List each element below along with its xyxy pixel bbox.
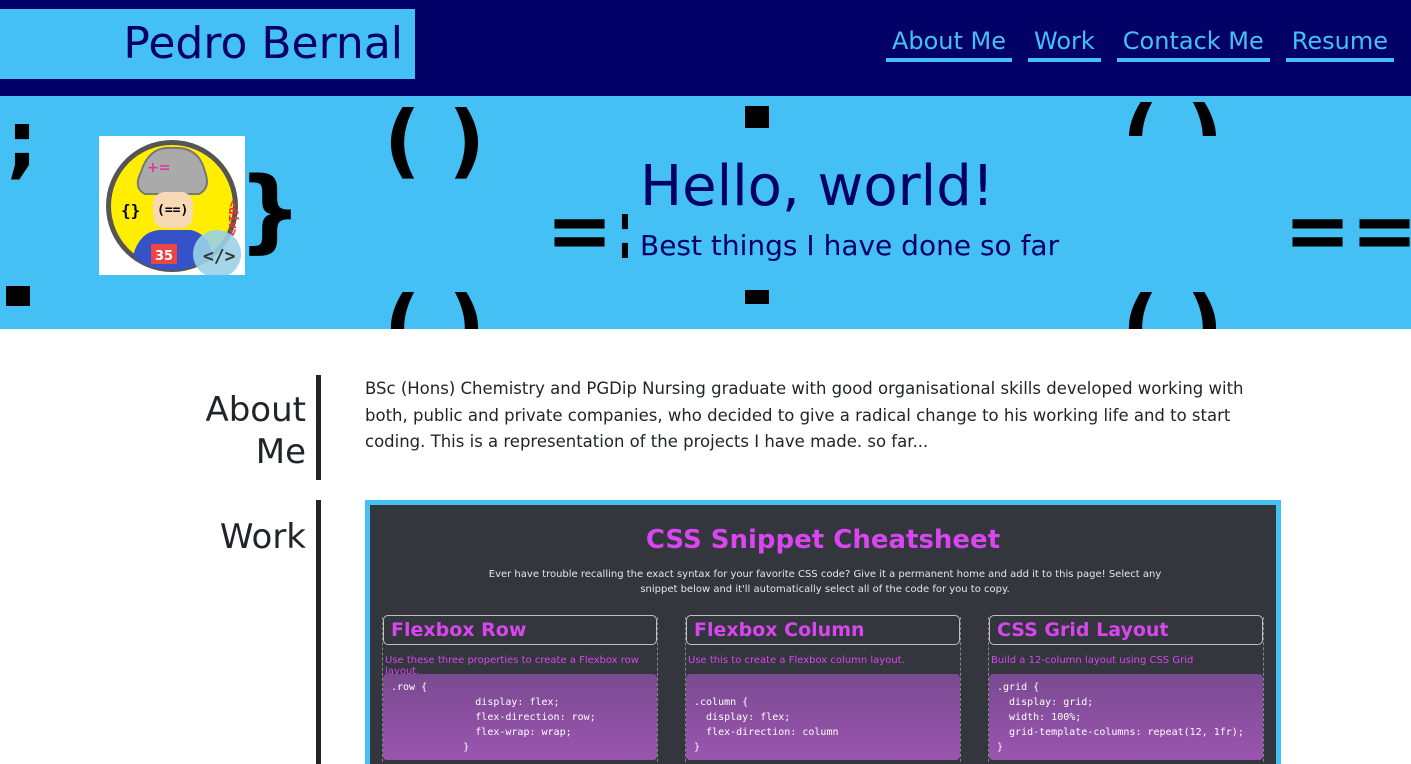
about-label-line1: About	[205, 390, 306, 430]
snippet-code[interactable]: .row { display: flex; flex-direction: ro…	[383, 674, 657, 760]
work-divider	[316, 500, 321, 764]
about-label-line2: Me	[255, 432, 306, 472]
decor-paren-bottom-left: ( )	[384, 279, 485, 330]
avatar: += (==) {} <div> 35 </>	[99, 136, 245, 275]
decor-bar-mid	[745, 106, 769, 128]
project-card-css-cheatsheet[interactable]: CSS Snippet Cheatsheet Ever have trouble…	[365, 500, 1281, 764]
snippet-code[interactable]: .grid { display: grid; width: 100%; grid…	[989, 674, 1263, 760]
svg-text:(==): (==)	[157, 203, 188, 218]
snippet-card-flexbox-row[interactable]: Flexbox Row Use these three properties t…	[382, 615, 658, 764]
svg-text:</>: </>	[203, 246, 236, 267]
svg-text:+=: +=	[147, 160, 170, 176]
brand-name[interactable]: Pedro Bernal	[0, 9, 415, 79]
snippet-desc: Use this to create a Flexbox column layo…	[688, 655, 905, 666]
snippet-title: Flexbox Row	[383, 615, 657, 645]
decor-brace: }	[238, 158, 303, 263]
nav-resume[interactable]: Resume	[1285, 24, 1394, 62]
snippet-card-css-grid[interactable]: CSS Grid Layout Build a 12-column layout…	[988, 615, 1264, 764]
hero-text-box: Hello, world! Best things I have done so…	[628, 136, 1256, 286]
about-text: BSc (Hons) Chemistry and PGDip Nursing g…	[365, 379, 1244, 451]
hero-subtitle: Best things I have done so far	[640, 229, 1060, 262]
decor-paren-bottom-right: ( )	[1122, 279, 1223, 330]
project-description: Ever have trouble recalling the exact sy…	[488, 569, 1162, 595]
snippet-title: CSS Grid Layout	[989, 615, 1263, 645]
nav-contact-me[interactable]: Contack Me	[1116, 24, 1270, 62]
decor-parens: ( )	[384, 96, 485, 187]
hero-banner: ; } ( ) =: == ( ) ( ) ( ) Hello, world! …	[0, 96, 1411, 329]
svg-text:35: 35	[155, 249, 173, 264]
decor-bar-bottom-mid	[745, 290, 769, 304]
snippet-code[interactable]: .column { display: flex; flex-direction:…	[686, 674, 960, 760]
snippet-title: Flexbox Column	[686, 615, 960, 645]
svg-text:{}: {}	[121, 201, 140, 220]
project-title: CSS Snippet Cheatsheet	[645, 525, 1001, 555]
decor-bar-bottom-left	[6, 286, 30, 306]
snippet-desc: Build a 12-column layout using CSS Grid	[991, 655, 1194, 666]
decor-semicolon: ;	[6, 96, 38, 187]
nav-about-me[interactable]: About Me	[885, 24, 1013, 62]
about-divider	[316, 375, 321, 480]
work-label: Work	[219, 517, 306, 557]
hero-title: Hello, world!	[640, 154, 995, 219]
about-label: About Me	[205, 389, 306, 473]
main-nav: About Me Work Contack Me Resume	[885, 24, 1394, 62]
top-navbar: Pedro Bernal About Me Work Contack Me Re…	[0, 0, 1411, 96]
snippet-card-flexbox-column[interactable]: Flexbox Column Use this to create a Flex…	[685, 615, 961, 764]
decor-double-equals: ==	[1284, 184, 1411, 277]
nav-work[interactable]: Work	[1028, 24, 1101, 62]
